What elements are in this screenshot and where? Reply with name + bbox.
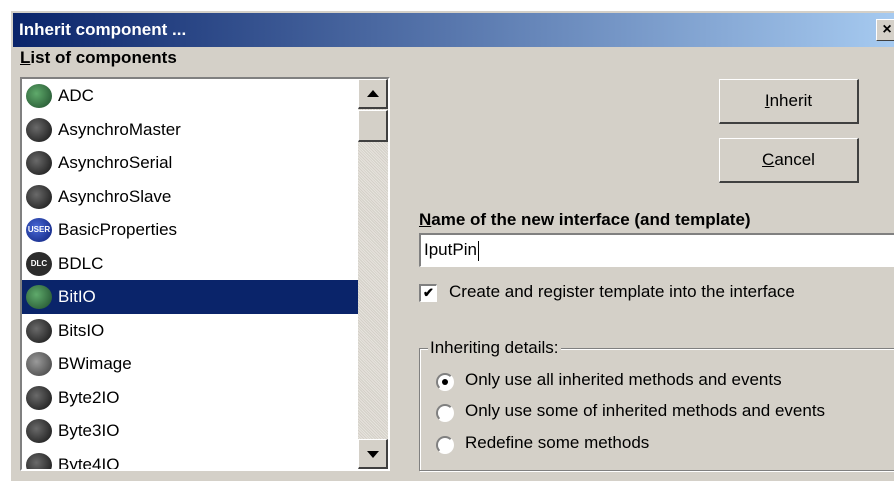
radio-redefine[interactable]	[436, 436, 454, 454]
inheriting-details-label: Inheriting details:	[428, 338, 561, 358]
inherit-button-rest: nherit	[769, 91, 813, 110]
scroll-up-button[interactable]	[358, 79, 388, 109]
interface-name-input[interactable]: IputPin	[419, 233, 894, 267]
list-item-bitsio[interactable]: BitsIO	[22, 314, 360, 348]
radio-use-all[interactable]	[436, 373, 454, 391]
user-badge-icon: USER	[26, 218, 52, 242]
trident-icon	[26, 318, 52, 343]
list-item-label: ADC	[58, 86, 94, 105]
register-template-label[interactable]: Create and register template into the in…	[449, 282, 795, 302]
radio-use-some-label[interactable]: Only use some of inherited methods and e…	[465, 401, 825, 421]
list-item-label: Byte2IO	[58, 387, 120, 407]
byte-io-icon	[26, 385, 52, 410]
serial-port-icon	[26, 151, 52, 175]
image-icon	[26, 352, 52, 376]
cancel-button[interactable]: Cancel	[719, 138, 859, 183]
components-list: ADC AsynchroMaster AsynchroSerial Asynch…	[22, 79, 360, 471]
radio-selected-dot	[442, 379, 448, 385]
adc-icon	[26, 84, 52, 108]
arrow-down-icon	[367, 451, 379, 458]
list-item-label: BitsIO	[58, 320, 105, 340]
list-item-bwimage[interactable]: BWimage	[22, 347, 360, 381]
list-scrollbar[interactable]	[358, 79, 388, 469]
interface-name-value: IputPin	[424, 240, 477, 259]
list-item-byte2io[interactable]: Byte2IO	[22, 381, 360, 415]
list-item-adc[interactable]: ADC	[22, 79, 360, 113]
list-item-label: AsynchroSerial	[58, 153, 173, 172]
list-item-bdlc[interactable]: DLC BDLC	[22, 247, 360, 281]
list-item-bitio[interactable]: BitIO	[22, 280, 360, 314]
text-caret	[477, 240, 479, 261]
window-title: Inherit component ...	[19, 20, 187, 39]
list-of-components-label: List of components	[20, 48, 177, 67]
list-item-label: BWimage	[58, 354, 132, 373]
list-item-byte4io[interactable]: Byte4IO	[22, 448, 360, 471]
register-template-checkbox[interactable]: ✔	[419, 284, 437, 302]
list-item-label: BDLC	[58, 253, 104, 273]
byte-io-icon	[26, 452, 52, 469]
close-button[interactable]: ×	[876, 19, 894, 41]
name-field-label-rest: ame of the new interface (and template)	[431, 210, 751, 229]
list-label-text: ist of components	[30, 48, 177, 67]
inherit-button[interactable]: Inherit	[719, 79, 859, 124]
cancel-button-rest: ancel	[774, 150, 815, 169]
list-item-label: Byte4IO	[58, 454, 120, 471]
checkmark-icon: ✔	[423, 285, 434, 300]
list-item-label: AsynchroMaster	[58, 119, 181, 139]
bit-io-icon	[26, 285, 52, 309]
serial-port-icon	[26, 117, 52, 142]
list-item-label: AsynchroSlave	[58, 186, 172, 206]
list-item-asynchromaster[interactable]: AsynchroMaster	[22, 113, 360, 147]
radio-use-all-label[interactable]: Only use all inherited methods and event…	[465, 370, 782, 390]
byte-io-icon	[26, 419, 52, 443]
list-item-label: BasicProperties	[58, 220, 178, 239]
arrow-up-icon	[367, 90, 379, 97]
list-item-asynchroslave[interactable]: AsynchroSlave	[22, 180, 360, 214]
title-bar[interactable]: Inherit component ... ×	[13, 13, 894, 47]
serial-port-icon	[26, 184, 52, 209]
dlc-icon: DLC	[26, 251, 52, 276]
list-item-basicproperties[interactable]: USER BasicProperties	[22, 213, 360, 247]
radio-redefine-label[interactable]: Redefine some methods	[465, 433, 649, 453]
list-item-label: BitIO	[58, 287, 96, 306]
list-item-byte3io[interactable]: Byte3IO	[22, 414, 360, 448]
name-field-label: Name of the new interface (and template)	[419, 210, 751, 229]
scroll-thumb[interactable]	[358, 110, 388, 142]
list-item-label: Byte3IO	[58, 421, 120, 440]
components-listbox[interactable]: ADC AsynchroMaster AsynchroSerial Asynch…	[20, 77, 390, 471]
scroll-down-button[interactable]	[358, 439, 388, 469]
radio-use-some[interactable]	[436, 404, 454, 422]
list-item-asynchroserial[interactable]: AsynchroSerial	[22, 146, 360, 180]
